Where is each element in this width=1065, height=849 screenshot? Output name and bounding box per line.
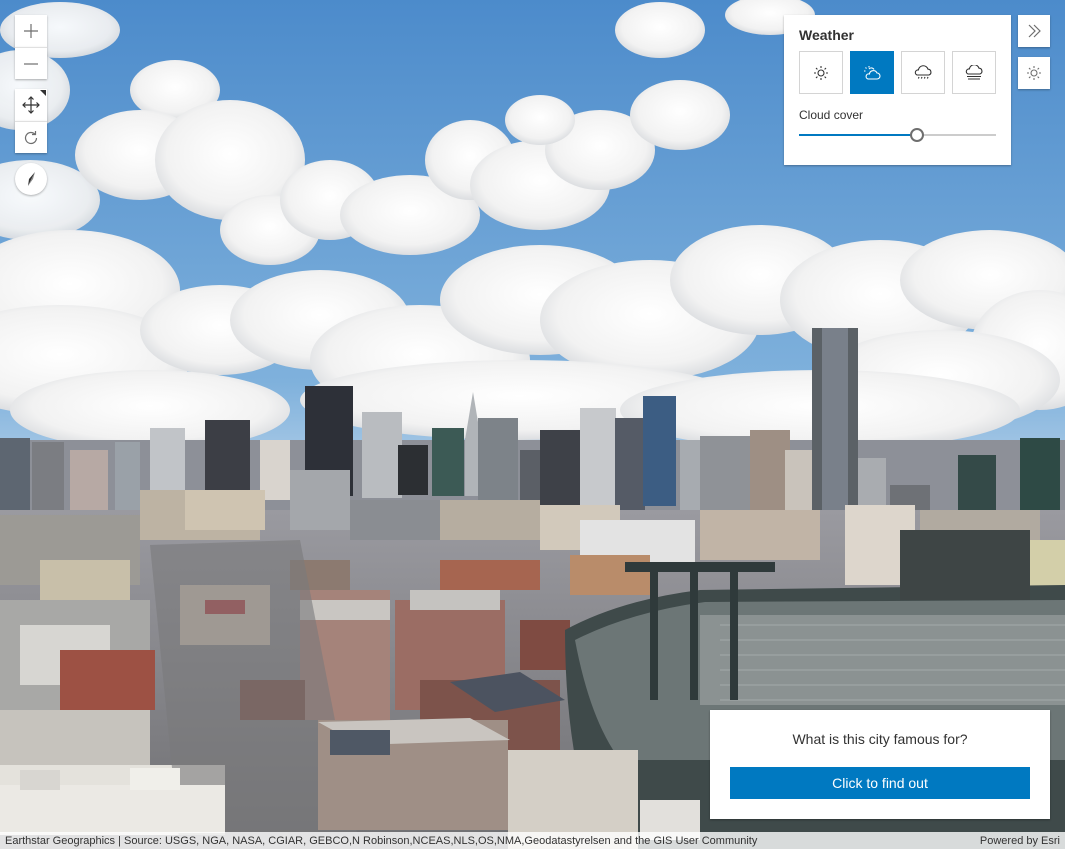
compass-icon — [28, 172, 35, 186]
compass-button[interactable] — [15, 163, 47, 195]
slider-thumb[interactable] — [910, 128, 925, 142]
collapse-panel-button[interactable] — [1018, 15, 1050, 47]
weather-panel: Weather Cloud cover — [784, 15, 1011, 165]
slider-fill — [799, 134, 918, 136]
cloud-sun-icon — [864, 65, 881, 80]
move-arrows-icon — [22, 96, 40, 114]
attribution-sources[interactable]: Earthstar Geographics | Source: USGS, NG… — [5, 835, 757, 847]
zoom-in-button[interactable] — [15, 15, 47, 47]
minus-icon — [24, 62, 38, 65]
attribution-bar: Earthstar Geographics | Source: USGS, NG… — [0, 832, 1065, 849]
find-out-button[interactable]: Click to find out — [730, 767, 1030, 799]
cloud-cover-slider[interactable] — [799, 126, 996, 144]
active-mode-indicator — [40, 90, 46, 96]
info-card: What is this city famous for? Click to f… — [710, 710, 1050, 819]
weather-type-selector — [799, 51, 996, 94]
double-chevron-right-icon — [1028, 24, 1041, 38]
rain-cloud-icon — [914, 64, 932, 79]
weather-cloudy-button[interactable] — [850, 51, 894, 94]
powered-by-link[interactable]: Powered by Esri — [980, 835, 1060, 847]
plus-icon — [24, 24, 38, 38]
card-question: What is this city famous for? — [792, 731, 968, 747]
weather-foggy-button[interactable] — [952, 51, 996, 94]
daylight-button[interactable] — [1018, 57, 1050, 89]
fog-cloud-icon — [965, 64, 983, 80]
rotate-icon — [24, 130, 38, 144]
zoom-out-button[interactable] — [15, 47, 47, 79]
sun-icon — [814, 65, 828, 80]
weather-title: Weather — [799, 27, 854, 43]
pan-button[interactable] — [15, 89, 47, 121]
rotate-button[interactable] — [15, 121, 47, 153]
cloud-cover-label: Cloud cover — [799, 108, 864, 122]
weather-rainy-button[interactable] — [901, 51, 945, 94]
sun-icon — [1027, 66, 1041, 80]
weather-sunny-button[interactable] — [799, 51, 843, 94]
